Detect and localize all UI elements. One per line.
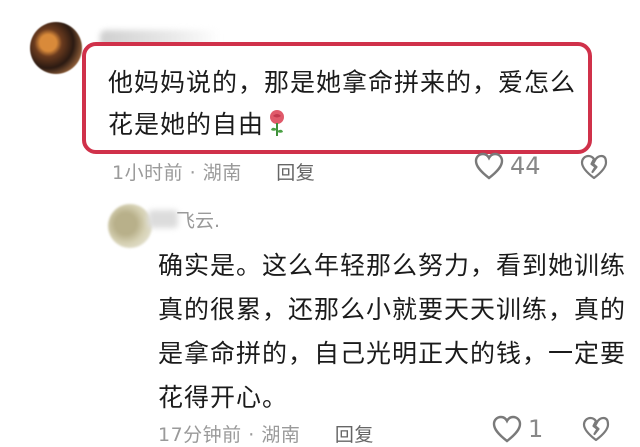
rose-emoji-icon (270, 110, 285, 136)
like-count: 1 (528, 415, 544, 443)
comment-location: 湖南 (202, 162, 242, 184)
username-blurred[interactable] (148, 210, 178, 228)
reply-meta: 17分钟前 · 湖南 回复 (158, 424, 374, 446)
like-button[interactable]: 1 (492, 415, 543, 443)
avatar[interactable] (30, 22, 82, 74)
reply-location: 湖南 (261, 424, 301, 446)
reply-time: 17分钟前 (158, 424, 242, 446)
username[interactable]: 飞云. (176, 206, 220, 233)
avatar[interactable] (108, 204, 152, 248)
heart-outline-icon (474, 152, 504, 180)
like-button[interactable]: 44 (474, 152, 541, 180)
reply-text: 确实是。这么年轻那么努力，看到她训练真的很累，还那么小就要天天训练，真的是拿命拼… (158, 251, 627, 412)
comment-time: 1小时前 (112, 162, 184, 184)
heart-outline-icon (492, 415, 522, 443)
comment-meta: 1小时前 · 湖南 回复 (112, 162, 316, 184)
reply-button[interactable]: 回复 (276, 162, 315, 184)
broken-heart-icon[interactable] (580, 154, 608, 180)
like-count: 44 (510, 152, 541, 180)
broken-heart-icon[interactable] (582, 416, 610, 442)
reply-button[interactable]: 回复 (335, 424, 374, 446)
comment-text: 他妈妈说的，那是她拿命拼来的，爱怎么花是她的自由 (108, 68, 577, 139)
